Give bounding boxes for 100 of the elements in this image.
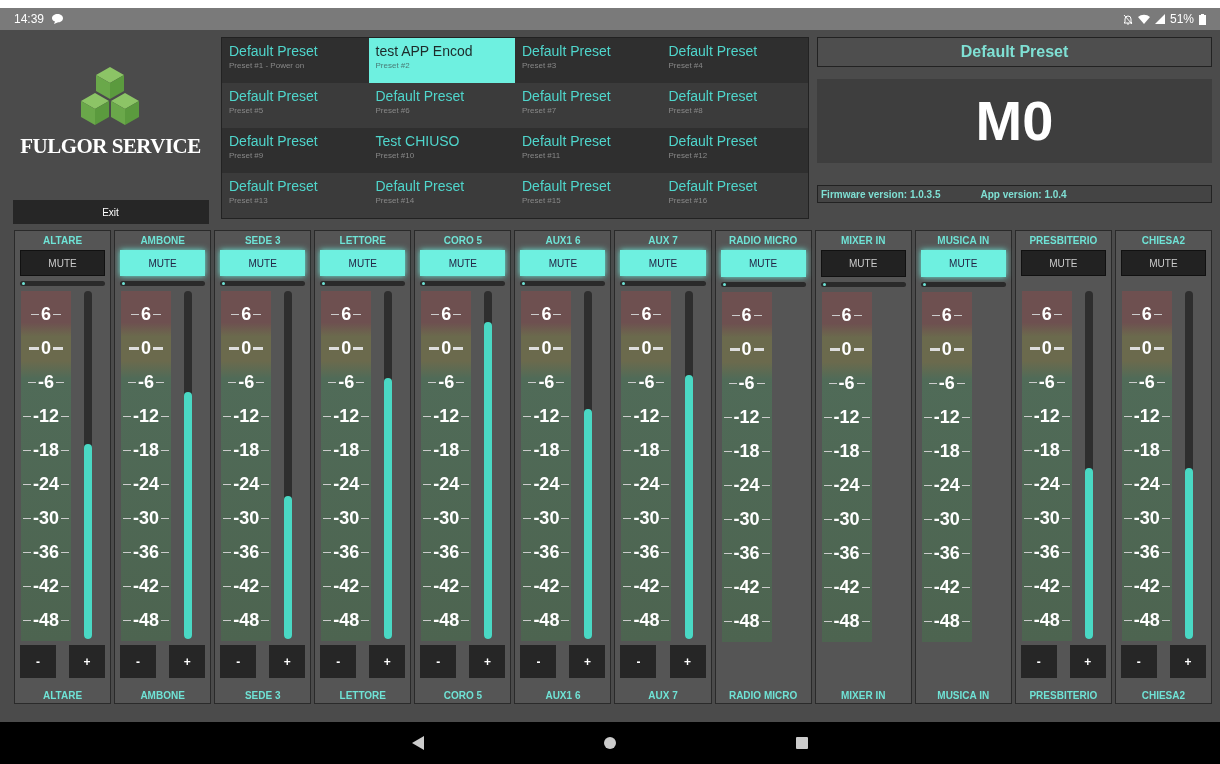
preset-title: Default Preset: [229, 87, 319, 105]
scale-label: -48: [633, 611, 660, 629]
mute-button[interactable]: MUTE: [920, 250, 1006, 278]
scale-label: -36: [933, 544, 960, 562]
preset-title: Default Preset: [375, 177, 466, 195]
scale-label: 0: [941, 340, 952, 358]
wifi-icon: [1137, 14, 1150, 24]
exit-button[interactable]: Exit: [12, 200, 209, 224]
fader-track[interactable]: [684, 291, 693, 639]
scale-label: -42: [133, 577, 160, 595]
preset-title: Default Preset: [668, 132, 759, 150]
fader-track[interactable]: [1084, 291, 1093, 639]
scale-label: 0: [241, 339, 252, 357]
decrease-button[interactable]: -: [420, 645, 457, 678]
preset-item[interactable]: Default Preset Preset #6: [368, 83, 515, 128]
increase-button[interactable]: +: [269, 645, 306, 678]
scale-label: -6: [438, 373, 455, 391]
increase-button[interactable]: +: [569, 645, 606, 678]
channel-name: MUSICA IN: [937, 689, 990, 703]
scale-label: 0: [1041, 339, 1052, 357]
preset-number: Preset #16: [668, 195, 709, 207]
scale-label: -30: [933, 510, 960, 528]
scale-label: -42: [233, 577, 260, 595]
increase-button[interactable]: +: [469, 645, 506, 678]
preset-title: Default Preset: [375, 87, 466, 105]
fader-track[interactable]: [284, 291, 293, 639]
preset-item[interactable]: Default Preset Preset #8: [661, 83, 808, 128]
mute-button[interactable]: MUTE: [20, 250, 106, 277]
signal-icon: [1154, 14, 1165, 24]
preset-item[interactable]: Default Preset Preset #15: [515, 173, 662, 218]
preset-title: Default Preset: [668, 42, 759, 60]
mute-button[interactable]: MUTE: [1120, 250, 1206, 277]
scale-label: -18: [333, 441, 360, 459]
clock: 14:39: [14, 11, 45, 28]
decrease-button[interactable]: -: [1020, 645, 1057, 678]
scale-label: -30: [733, 510, 760, 528]
preset-number: Preset #6: [375, 105, 411, 117]
channel-name: AMBONE: [140, 689, 185, 703]
preset-item[interactable]: Default Preset Preset #5: [222, 83, 369, 128]
channel-name: RADIO MICRO: [728, 689, 798, 703]
decrease-button[interactable]: -: [620, 645, 657, 678]
channel-name: CHIESA2: [1141, 234, 1186, 248]
scale-label: -36: [233, 543, 260, 561]
scale-label: -6: [738, 374, 755, 392]
decrease-button[interactable]: -: [220, 645, 257, 678]
preset-item[interactable]: Default Preset Preset #7: [515, 83, 662, 128]
mute-button[interactable]: MUTE: [720, 250, 806, 278]
mute-button[interactable]: MUTE: [1020, 250, 1106, 277]
preset-item[interactable]: Default Preset Preset #14: [368, 173, 515, 218]
fader-track[interactable]: [84, 291, 93, 639]
scale-label: 0: [641, 339, 652, 357]
mute-button[interactable]: MUTE: [120, 250, 206, 277]
increase-button[interactable]: +: [369, 645, 406, 678]
increase-button[interactable]: +: [69, 645, 106, 678]
fader-track[interactable]: [184, 291, 193, 639]
home-icon[interactable]: [604, 737, 616, 749]
scale-label: -48: [133, 611, 160, 629]
mute-button[interactable]: MUTE: [320, 250, 406, 277]
increase-button[interactable]: +: [1169, 645, 1206, 678]
fader-track[interactable]: [1184, 291, 1193, 639]
preset-item[interactable]: test APP Encod Preset #2: [368, 38, 515, 83]
channel-name: ALTARE: [43, 234, 83, 248]
decrease-button[interactable]: -: [520, 645, 557, 678]
increase-button[interactable]: +: [169, 645, 206, 678]
scale-label: -48: [733, 612, 760, 630]
scale-label: -42: [433, 577, 460, 595]
channel-name: SEDE 3: [244, 234, 281, 248]
scale-label: 0: [41, 339, 51, 357]
preset-title: Default Preset: [522, 132, 612, 150]
mute-button[interactable]: MUTE: [220, 250, 306, 277]
fader-track[interactable]: [384, 291, 393, 639]
scale-label: -48: [433, 611, 460, 629]
back-icon[interactable]: [412, 736, 424, 750]
preset-item[interactable]: Default Preset Preset #13: [222, 173, 369, 218]
mute-button[interactable]: MUTE: [620, 250, 706, 277]
scale-label: -6: [1038, 373, 1055, 391]
mute-button[interactable]: MUTE: [820, 250, 906, 278]
preset-number: Preset #5: [229, 105, 265, 117]
preset-title: Default Preset: [668, 87, 759, 105]
fader-track[interactable]: [584, 291, 593, 639]
channel-name: CORO 5: [443, 689, 482, 703]
decrease-button[interactable]: -: [120, 645, 157, 678]
scale-label: -48: [33, 611, 59, 629]
mute-button[interactable]: MUTE: [520, 250, 606, 277]
preset-number: Preset #15: [522, 195, 562, 207]
preset-item[interactable]: Default Preset Preset #16: [661, 173, 808, 218]
scale-label: -18: [1133, 441, 1160, 459]
scale-label: -42: [1033, 577, 1060, 595]
decrease-button[interactable]: -: [20, 645, 56, 678]
increase-button[interactable]: +: [1069, 645, 1106, 678]
decrease-button[interactable]: -: [320, 645, 357, 678]
decrease-button[interactable]: -: [1120, 645, 1157, 678]
bell-off-icon: [1122, 13, 1133, 25]
channel-name: AUX1 6: [545, 689, 581, 703]
current-preset-title: Default Preset: [817, 37, 1212, 67]
logo-text: FULGOR SERVICE: [20, 132, 201, 160]
mute-button[interactable]: MUTE: [420, 250, 506, 277]
scale-label: -36: [533, 543, 560, 561]
scale-label: -36: [133, 543, 160, 561]
increase-button[interactable]: +: [669, 645, 706, 678]
